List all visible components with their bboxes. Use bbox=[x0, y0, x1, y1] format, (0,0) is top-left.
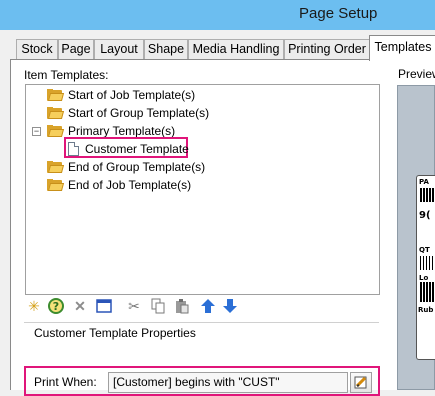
tab-printing-order[interactable]: Printing Order bbox=[284, 39, 370, 59]
tab-strip: Stock Page Layout Shape Media Handling P… bbox=[0, 30, 435, 61]
arrow-down-icon[interactable] bbox=[221, 297, 239, 315]
tab-page[interactable]: Page bbox=[58, 39, 94, 59]
properties-group-label: Customer Template Properties bbox=[34, 326, 196, 340]
help-wizard-icon[interactable]: ? bbox=[47, 297, 65, 315]
tree-node-end-of-job[interactable]: End of Job Template(s) bbox=[47, 176, 191, 194]
delete-x-icon[interactable]: ✕ bbox=[71, 297, 89, 315]
copy-icon[interactable] bbox=[149, 297, 167, 315]
tab-stock[interactable]: Stock bbox=[16, 39, 58, 59]
folder-icon bbox=[47, 107, 65, 119]
divider bbox=[24, 322, 379, 323]
folder-icon bbox=[47, 89, 65, 101]
tree-node-end-of-group[interactable]: End of Group Template(s) bbox=[47, 158, 205, 176]
window-title: Page Setup bbox=[299, 5, 378, 22]
tab-shape[interactable]: Shape bbox=[144, 39, 188, 59]
label-text: Lo bbox=[419, 274, 429, 282]
paste-icon[interactable] bbox=[173, 297, 191, 315]
tab-layout[interactable]: Layout bbox=[94, 39, 144, 59]
collapse-toggle[interactable]: − bbox=[32, 127, 41, 136]
title-bar: Page Setup bbox=[0, 0, 435, 30]
folder-icon bbox=[47, 179, 65, 191]
preview-label: Preview bbox=[398, 67, 435, 81]
barcode bbox=[420, 282, 435, 302]
tree-node-label: End of Job Template(s) bbox=[68, 178, 192, 192]
barcode bbox=[420, 188, 435, 202]
label-text: Rub bbox=[418, 306, 434, 314]
svg-text:?: ? bbox=[53, 300, 59, 313]
label-preview: PA 9( QT Lo Rub bbox=[416, 175, 435, 360]
folder-icon bbox=[47, 161, 65, 173]
tree-node-label: Primary Template(s) bbox=[68, 124, 176, 138]
arrow-up-icon[interactable] bbox=[199, 297, 217, 315]
print-when-label: Print When: bbox=[34, 375, 97, 389]
label-text: 9( bbox=[419, 210, 431, 221]
tab-media-handling[interactable]: Media Handling bbox=[188, 39, 284, 59]
document-icon bbox=[68, 142, 79, 156]
scissors-icon[interactable]: ✂ bbox=[125, 297, 143, 315]
tree-node-customer-template[interactable]: Customer Template bbox=[68, 140, 189, 158]
label-text: QT bbox=[419, 246, 430, 254]
tree-node-label: Customer Template bbox=[85, 142, 189, 156]
folder-icon bbox=[47, 125, 65, 137]
tab-templates[interactable]: Templates bbox=[369, 35, 435, 61]
window-properties-icon[interactable] bbox=[95, 297, 113, 315]
barcode bbox=[420, 256, 435, 270]
tree-node-start-of-job[interactable]: Start of Job Template(s) bbox=[47, 86, 195, 104]
edit-condition-icon bbox=[354, 376, 367, 389]
tree-node-label: Start of Group Template(s) bbox=[68, 106, 210, 120]
tree-node-start-of-group[interactable]: Start of Group Template(s) bbox=[47, 104, 209, 122]
tree-node-label: Start of Job Template(s) bbox=[68, 88, 196, 102]
label-text: PA bbox=[419, 178, 429, 186]
item-templates-label: Item Templates: bbox=[24, 68, 109, 82]
tree-node-label: End of Group Template(s) bbox=[68, 160, 206, 174]
new-star-icon[interactable]: ✳ bbox=[25, 297, 43, 315]
